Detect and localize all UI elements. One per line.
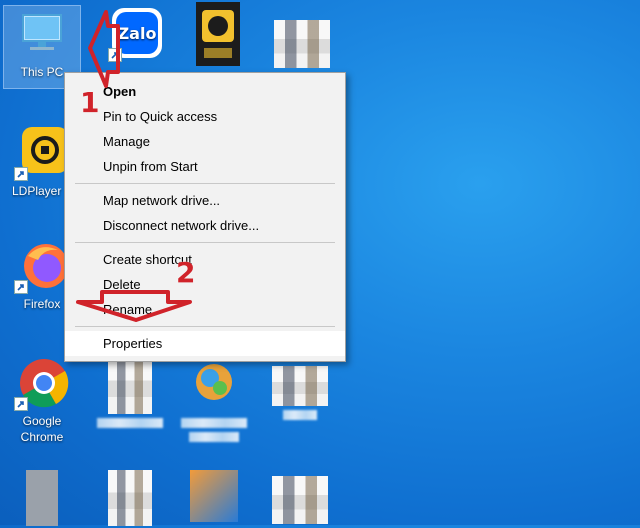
blurred-document-icon[interactable] [262, 366, 338, 420]
blurred-file-icon[interactable] [92, 470, 168, 528]
firefox-logo-icon [14, 238, 70, 294]
shortcut-arrow-icon [14, 397, 28, 411]
menu-item-delete[interactable]: Delete [65, 272, 345, 297]
document-thumbnail [274, 20, 330, 68]
blurred-label [189, 432, 239, 442]
chrome-icon[interactable]: Google Chrome [4, 355, 80, 445]
blurred-file-icon[interactable] [176, 2, 252, 66]
desktop: This PC Zalo LDPlayer Firefox Google Chr… [0, 0, 640, 528]
menu-item-open[interactable]: Open [65, 79, 345, 104]
shortcut-arrow-icon [14, 280, 28, 294]
menu-separator [75, 242, 335, 243]
blurred-app-icon[interactable] [176, 470, 252, 524]
context-menu: Open Pin to Quick access Manage Unpin fr… [64, 72, 346, 362]
app-thumbnail [190, 470, 238, 522]
menu-item-rename[interactable]: Rename [65, 297, 345, 322]
file-thumbnail [108, 358, 152, 414]
ldplayer-logo-icon [14, 125, 70, 181]
file-thumbnail [26, 470, 58, 526]
app-thumbnail [186, 358, 242, 414]
menu-separator [75, 183, 335, 184]
file-thumbnail [108, 470, 152, 526]
document-thumbnail [272, 476, 328, 524]
monitor-icon [14, 6, 70, 62]
blurred-document-icon[interactable] [262, 476, 338, 526]
menu-item-unpin-start[interactable]: Unpin from Start [65, 154, 345, 179]
blurred-file-icon[interactable] [92, 358, 168, 428]
svg-text:Zalo: Zalo [118, 24, 157, 43]
menu-item-pin-quick-access[interactable]: Pin to Quick access [65, 104, 345, 129]
shortcut-arrow-icon [108, 48, 122, 62]
zalo-icon[interactable]: Zalo [98, 6, 174, 64]
menu-item-properties[interactable]: Properties [65, 331, 345, 356]
blurred-document-icon[interactable] [264, 20, 340, 70]
blurred-label [283, 410, 317, 420]
blurred-label [97, 418, 163, 428]
menu-item-create-shortcut[interactable]: Create shortcut [65, 247, 345, 272]
chrome-logo-icon [14, 355, 70, 411]
blurred-label [181, 418, 247, 428]
menu-separator [75, 326, 335, 327]
blurred-app-icon[interactable] [176, 358, 252, 442]
menu-item-disconnect-network-drive[interactable]: Disconnect network drive... [65, 213, 345, 238]
shortcut-arrow-icon [14, 167, 28, 181]
zalo-logo-icon: Zalo [108, 6, 164, 62]
app-file-icon [186, 2, 242, 66]
annotation-step-1: 1 [80, 86, 100, 119]
menu-item-map-network-drive[interactable]: Map network drive... [65, 188, 345, 213]
annotation-step-2: 2 [176, 256, 196, 289]
menu-item-manage[interactable]: Manage [65, 129, 345, 154]
document-thumbnail [272, 366, 328, 406]
chrome-label: Google Chrome [20, 414, 64, 444]
blurred-file-icon[interactable] [4, 470, 80, 528]
